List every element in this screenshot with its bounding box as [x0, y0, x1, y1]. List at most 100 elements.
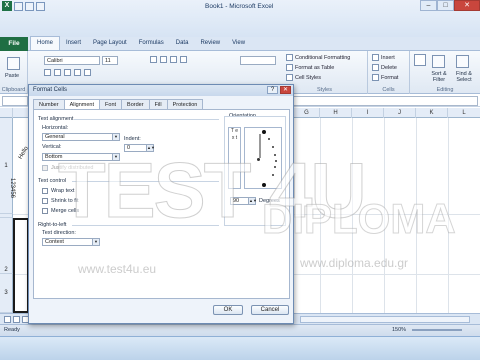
- tab-review[interactable]: Review: [194, 37, 226, 50]
- watermark-url-diploma: www.diploma.edu.gr: [300, 256, 409, 270]
- font-size-combo[interactable]: 11: [102, 56, 118, 65]
- zoom-level: 150%: [392, 327, 407, 333]
- window-title: Book1 - Microsoft Excel: [205, 3, 274, 10]
- column-header-h[interactable]: H: [320, 108, 352, 118]
- selected-cell-range[interactable]: [13, 218, 29, 313]
- close-window-button[interactable]: ✕: [454, 0, 480, 11]
- zoom-slider[interactable]: [412, 329, 462, 331]
- horizontal-value: General: [45, 134, 65, 140]
- format-cells-button[interactable]: Format: [372, 74, 398, 81]
- row-header-3[interactable]: 3: [0, 274, 13, 313]
- bold-icon[interactable]: [44, 69, 51, 76]
- window-controls: – □ ✕: [420, 0, 480, 11]
- autosum-icon[interactable]: [414, 54, 426, 66]
- conditional-formatting-button[interactable]: Conditional Formatting: [286, 54, 350, 61]
- delete-cells-label: Delete: [381, 64, 397, 71]
- first-sheet-icon[interactable]: [4, 316, 11, 323]
- paste-button[interactable]: Paste: [5, 73, 19, 79]
- editing-group: Sort & Filter Find & Select Editing: [410, 51, 480, 94]
- wrap-text-icon[interactable]: [180, 56, 187, 63]
- border-icon[interactable]: [74, 69, 81, 76]
- align-middle-icon[interactable]: [160, 56, 167, 63]
- fill-color-icon[interactable]: [84, 69, 91, 76]
- horizontal-select[interactable]: General ▼: [42, 133, 120, 141]
- format-cells-label: Format: [381, 74, 399, 81]
- cell-styles-button[interactable]: Cell Styles: [286, 74, 321, 81]
- find-select-button[interactable]: Find & Select: [452, 71, 476, 83]
- excel-logo-icon: X: [2, 1, 12, 11]
- select-all-corner[interactable]: [0, 108, 13, 118]
- minimize-button[interactable]: –: [420, 0, 437, 11]
- clipboard-group-label: Clipboard: [1, 87, 26, 93]
- font-name-combo[interactable]: Calibri: [44, 56, 100, 65]
- tab-page-layout[interactable]: Page Layout: [87, 37, 133, 50]
- column-header-i[interactable]: I: [352, 108, 384, 118]
- tab-file[interactable]: File: [0, 37, 28, 51]
- format-as-table-label: Format as Table: [295, 64, 335, 71]
- tab-protection[interactable]: Protection: [166, 99, 204, 109]
- taskbar: [0, 336, 480, 360]
- sheet-nav: [4, 316, 29, 323]
- horizontal-scrollbar[interactable]: [300, 316, 470, 323]
- cancel-button[interactable]: Cancel: [251, 305, 289, 315]
- help-button[interactable]: ?: [267, 86, 278, 94]
- column-header-k[interactable]: K: [416, 108, 448, 118]
- alignment-buttons: [150, 56, 187, 63]
- delete-cells-icon: [372, 64, 379, 71]
- tab-insert[interactable]: Insert: [60, 37, 87, 50]
- save-icon[interactable]: [14, 1, 23, 11]
- ribbon-tabs: Home Insert Page Layout Formulas Data Re…: [0, 36, 480, 51]
- checkbox-icon: [42, 188, 48, 194]
- conditional-formatting-label: Conditional Formatting: [295, 54, 351, 61]
- checkbox-icon: [42, 165, 48, 171]
- text-direction-select[interactable]: Context ▼: [42, 238, 100, 246]
- tab-fill[interactable]: Fill: [148, 99, 168, 109]
- tab-home[interactable]: Home: [30, 36, 61, 50]
- checkbox-icon: [42, 208, 48, 214]
- align-top-icon[interactable]: [150, 56, 157, 63]
- tab-border[interactable]: Border: [121, 99, 150, 109]
- styles-group: Conditional Formatting Format as Table C…: [282, 51, 368, 94]
- indent-label: Indent:: [124, 136, 141, 142]
- sort-filter-button[interactable]: Sort & Filter: [428, 71, 450, 83]
- dialog-close-button[interactable]: ✕: [280, 86, 291, 94]
- row-header-2[interactable]: 2: [0, 218, 13, 274]
- number-format-combo[interactable]: [240, 56, 276, 65]
- name-box[interactable]: [2, 96, 28, 106]
- orientation-handle[interactable]: [262, 130, 266, 134]
- underline-icon[interactable]: [64, 69, 71, 76]
- checkbox-icon: [42, 198, 48, 204]
- text-direction-value: Context: [45, 239, 64, 245]
- tab-view[interactable]: View: [226, 37, 251, 50]
- insert-cells-button[interactable]: Insert: [372, 54, 395, 61]
- format-as-table-button[interactable]: Format as Table: [286, 64, 334, 71]
- row-header-1[interactable]: 1: [0, 118, 13, 214]
- clipboard-group: Paste Clipboard: [0, 51, 28, 94]
- delete-cells-button[interactable]: Delete: [372, 64, 397, 71]
- prev-sheet-icon[interactable]: [13, 316, 20, 323]
- maximize-button[interactable]: □: [437, 0, 454, 11]
- cells-group: Insert Delete Format Cells: [368, 51, 410, 94]
- undo-icon[interactable]: [25, 1, 34, 11]
- ok-button[interactable]: OK: [213, 305, 243, 315]
- align-bottom-icon[interactable]: [170, 56, 177, 63]
- cell-styles-label: Cell Styles: [295, 74, 321, 81]
- conditional-formatting-icon: [286, 54, 293, 61]
- watermark-diploma: DIPLOMA: [262, 195, 457, 243]
- column-header-j[interactable]: J: [384, 108, 416, 118]
- vertical-text-label: T e x t: [230, 128, 239, 141]
- tab-formulas[interactable]: Formulas: [133, 37, 170, 50]
- tab-data[interactable]: Data: [170, 37, 195, 50]
- chevron-down-icon: ▼: [92, 239, 99, 245]
- section-divider: [74, 119, 219, 120]
- quick-access-toolbar: X: [2, 1, 45, 11]
- tab-number[interactable]: Number: [33, 99, 65, 109]
- italic-icon[interactable]: [54, 69, 61, 76]
- column-header-l[interactable]: L: [448, 108, 480, 118]
- redo-icon[interactable]: [36, 1, 45, 11]
- sort-filter-icon[interactable]: [432, 55, 445, 68]
- paste-icon[interactable]: [7, 57, 20, 70]
- find-select-icon[interactable]: [456, 55, 469, 68]
- tab-font[interactable]: Font: [99, 99, 123, 109]
- column-header-g[interactable]: G: [294, 108, 320, 118]
